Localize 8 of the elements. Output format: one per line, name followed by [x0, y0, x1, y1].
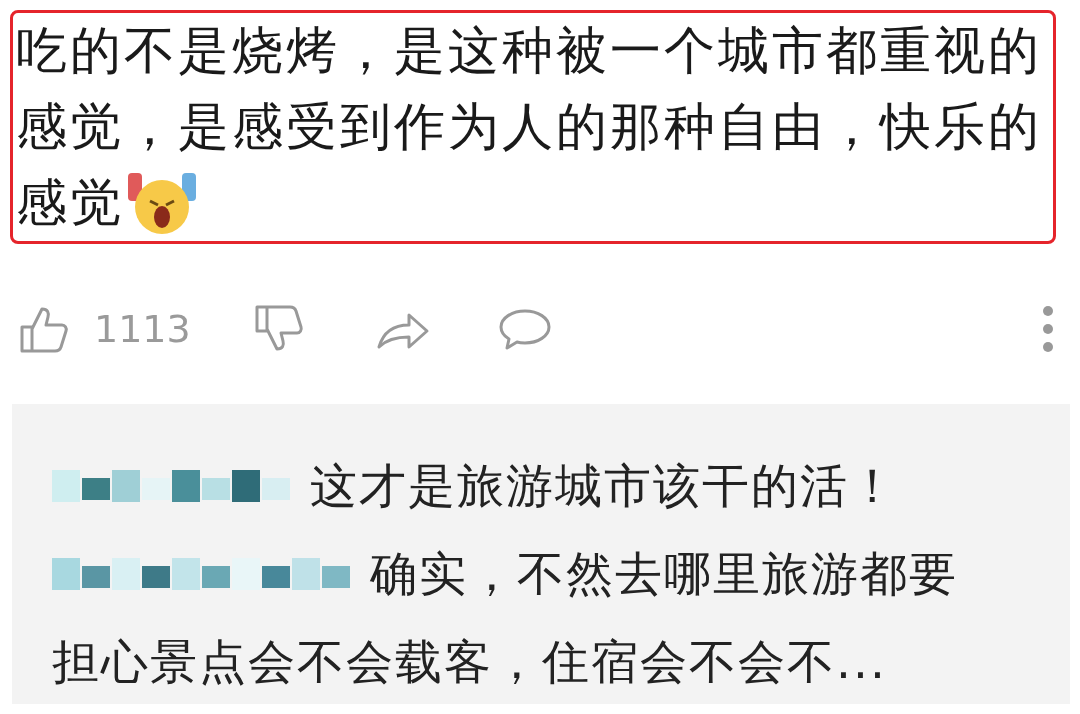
like-count: 1113: [94, 305, 191, 353]
reply-text: 这才是旅游城市该干的活！: [310, 458, 898, 513]
comment-text: 吃的不是烧烤，是这种被一个城市都重视的: [16, 20, 1042, 82]
comment-text: 感觉，是感受到作为人的那种自由，快乐的: [16, 96, 1042, 158]
reply-text: 担心景点会不会载客，住宿会不会不...: [52, 634, 887, 689]
reply-text: 确实，不然去哪里旅游都要: [370, 546, 958, 601]
more-options-icon[interactable]: [1042, 305, 1054, 353]
comment-text: 感觉: [16, 172, 124, 234]
